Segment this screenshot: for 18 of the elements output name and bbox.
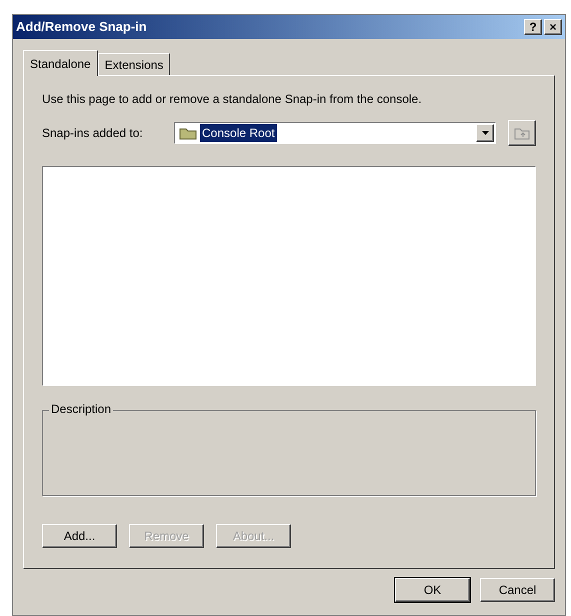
description-label: Description [49, 403, 114, 415]
tab[interactable]: Extensions [98, 53, 170, 75]
caret-icon [482, 131, 488, 135]
folder-up-icon [514, 126, 530, 140]
folder-icon [179, 126, 197, 140]
action-button[interactable]: Add... [42, 524, 117, 548]
dropdown-arrow-button[interactable] [476, 124, 494, 142]
help-button[interactable]: ? [524, 19, 542, 35]
close-button[interactable]: × [544, 19, 562, 35]
dropdown-value: Console Root [200, 124, 277, 142]
snapins-dropdown[interactable]: Console Root [174, 122, 496, 144]
tab[interactable]: Standalone [23, 50, 98, 76]
field-label: Snap-ins added to: [42, 125, 144, 142]
intro-text: Use this page to add or remove a standalone Snap-in from the console. [42, 91, 423, 108]
dialog-button[interactable]: OK [395, 578, 470, 602]
dialog-button[interactable]: Cancel [480, 578, 555, 602]
window-title: Add/Remove Snap-in [16, 18, 148, 36]
up-folder-button[interactable] [508, 120, 536, 146]
